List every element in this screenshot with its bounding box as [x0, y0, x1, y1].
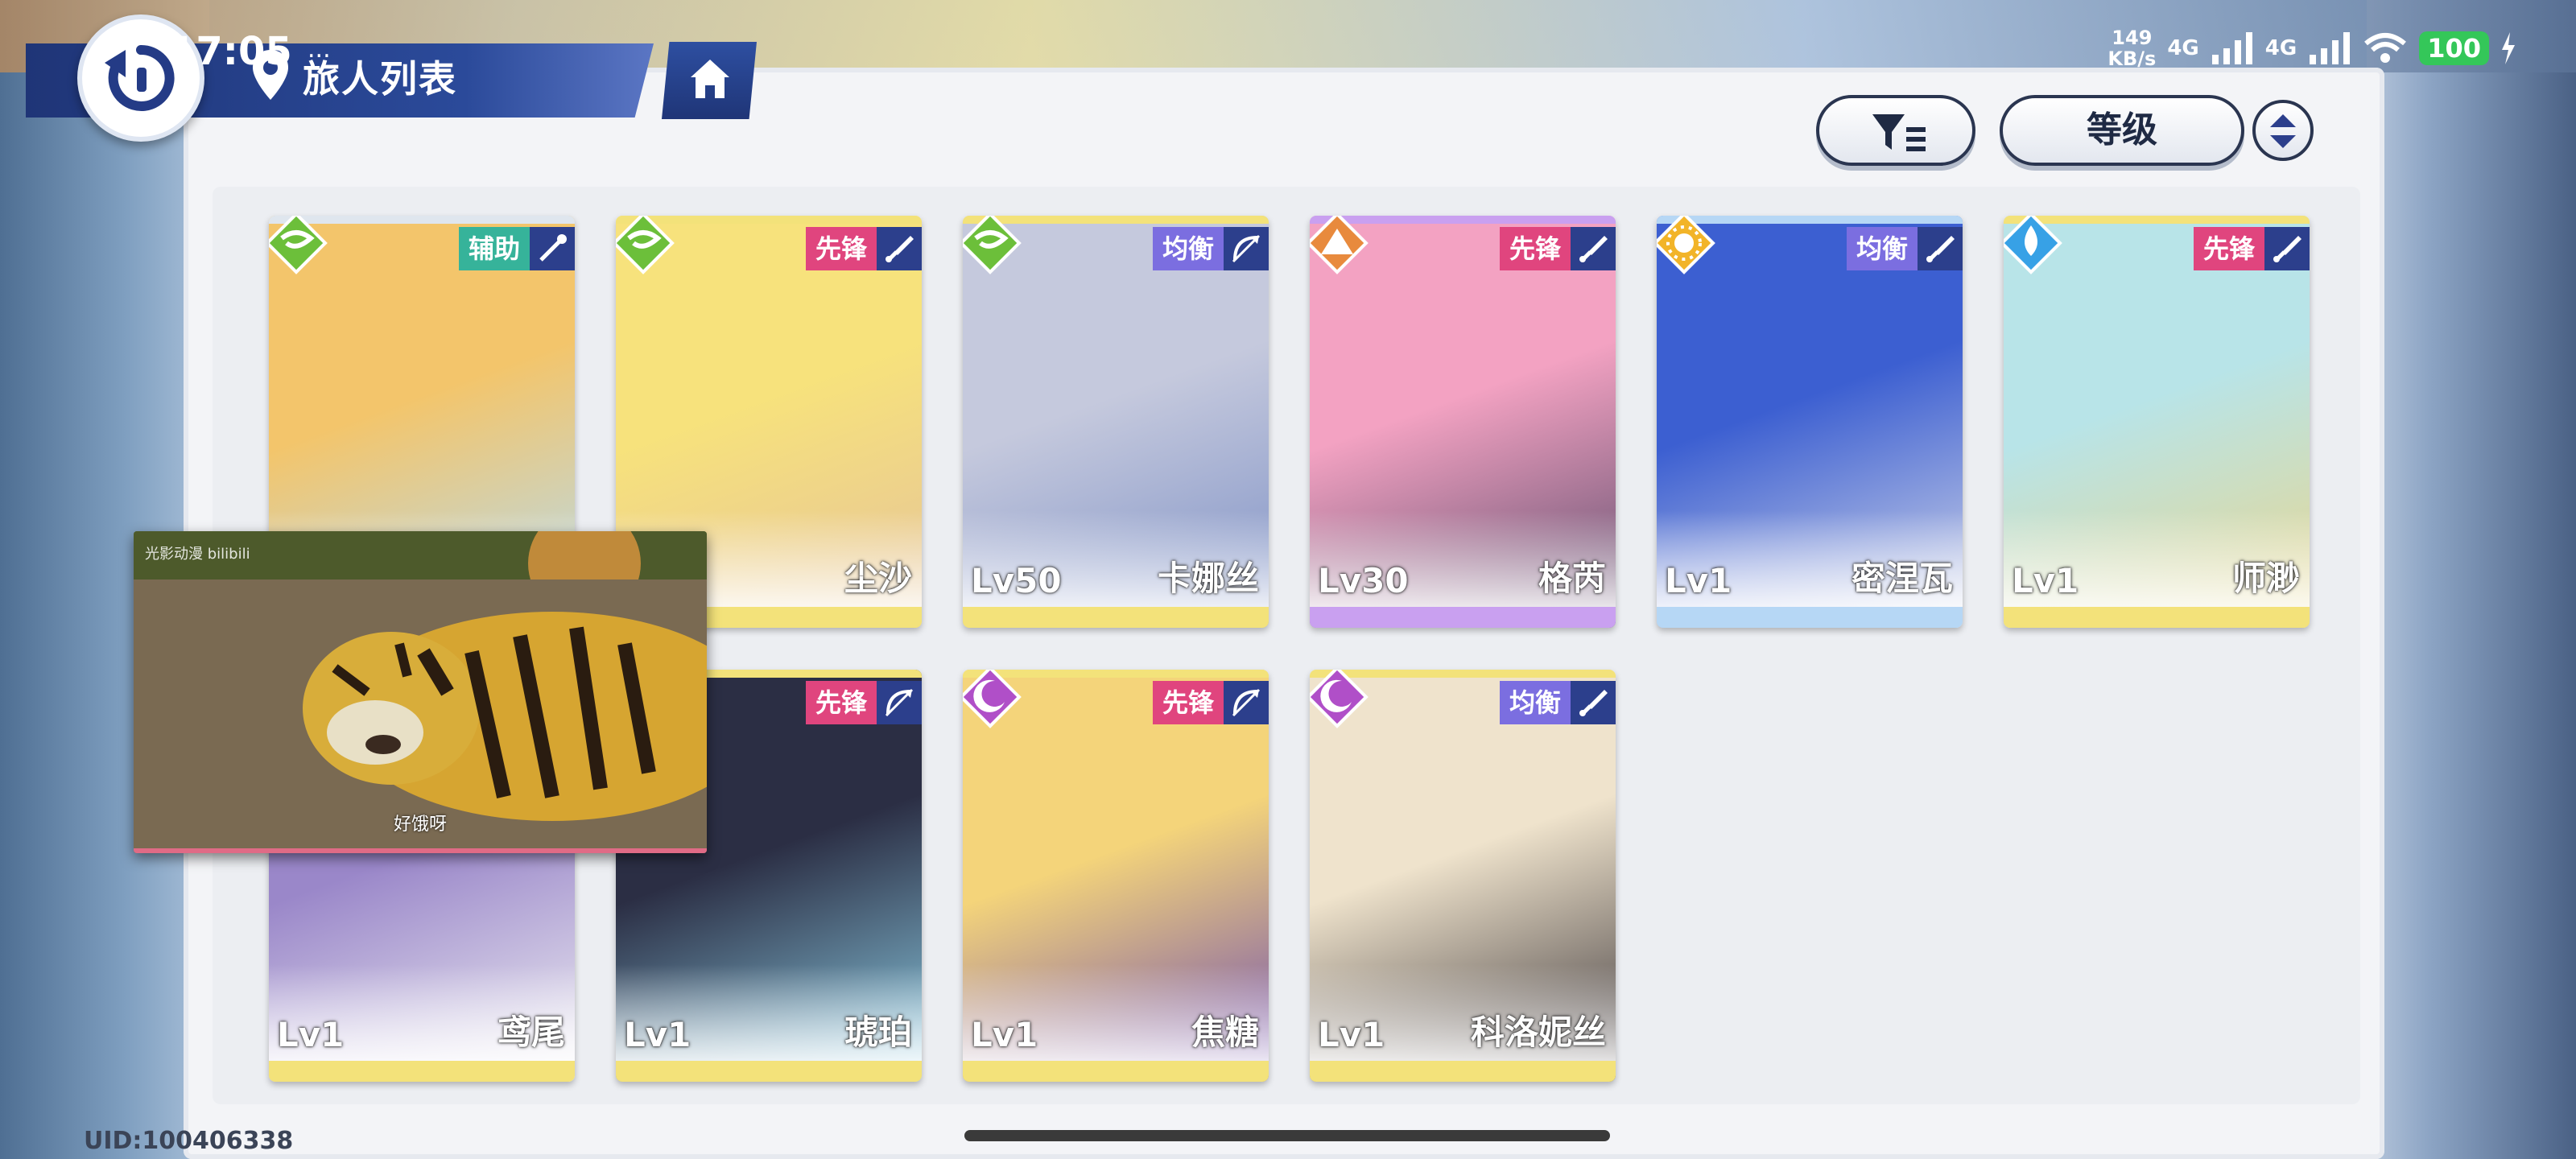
wind-icon [269, 216, 328, 274]
character-level: Lv1 [971, 1015, 1038, 1054]
role-badge: 先锋 [1499, 227, 1616, 270]
network-speed: 149 KB/s [2107, 27, 2156, 69]
speed-value: 149 [2112, 27, 2153, 49]
role-label: 先锋 [1152, 681, 1224, 724]
character-card[interactable]: 均衡 Lv1 科洛妮丝 [1310, 670, 1616, 1082]
sun-icon [1657, 216, 1715, 274]
character-level: Lv30 [1318, 561, 1409, 600]
character-card[interactable]: 先锋 Lv1 焦糖 [963, 670, 1269, 1082]
staff-icon [530, 227, 575, 270]
moon-icon [963, 670, 1022, 728]
status-dots: ... [308, 35, 331, 64]
moon-icon [1310, 670, 1368, 728]
character-card[interactable]: 均衡 Lv50 卡娜丝 [963, 216, 1269, 628]
character-level: Lv1 [1665, 561, 1732, 600]
card-rarity-stripe [1310, 607, 1616, 628]
role-label: 先锋 [2193, 227, 2264, 270]
card-rarity-stripe [269, 1061, 575, 1082]
filter-icon [1872, 114, 1926, 151]
sort-order-button[interactable] [2252, 100, 2314, 161]
mountain-icon [1310, 216, 1368, 274]
speed-unit: KB/s [2107, 47, 2157, 70]
card-rarity-stripe [616, 1061, 922, 1082]
network-type-1: 4G [2167, 36, 2199, 60]
character-level: Lv1 [1318, 1015, 1385, 1054]
bow-icon [1224, 681, 1269, 724]
role-label: 先锋 [805, 227, 877, 270]
role-badge: 均衡 [1846, 227, 1963, 270]
role-label: 均衡 [1499, 681, 1571, 724]
sword-icon [2264, 227, 2310, 270]
character-name: 焦糖 [1191, 1013, 1259, 1052]
character-name: 琥珀 [844, 1013, 912, 1052]
character-level: Lv1 [624, 1015, 691, 1054]
card-rarity-stripe [1657, 607, 1963, 628]
sword-icon [1571, 227, 1616, 270]
background-right [2367, 0, 2576, 1159]
role-label: 先锋 [1499, 227, 1571, 270]
home-button[interactable] [662, 42, 757, 119]
card-rarity-stripe [963, 1061, 1269, 1082]
bow-icon [1224, 227, 1269, 270]
wind-icon [963, 216, 1022, 274]
signal-icon [2310, 32, 2351, 64]
network-type-2: 4G [2264, 36, 2297, 60]
sword-icon [1571, 681, 1616, 724]
role-label: 先锋 [805, 681, 877, 724]
video-watermark: 光影动漫 bilibili [145, 546, 250, 563]
role-badge: 先锋 [805, 681, 922, 724]
character-name: 密涅瓦 [1851, 559, 1953, 598]
video-subtitle: 好饿呀 [393, 815, 447, 835]
character-level: Lv1 [2012, 561, 2079, 600]
character-name: 尘沙 [844, 559, 912, 598]
signal-icon [2211, 32, 2252, 64]
wind-icon [616, 216, 675, 274]
sword-icon [877, 227, 922, 270]
user-id: UID:100406338 [84, 1127, 294, 1155]
charging-icon [2502, 32, 2515, 64]
character-card[interactable]: 先锋 Lv30 格芮 [1310, 216, 1616, 628]
sort-order-icon [2270, 114, 2296, 148]
role-badge: 均衡 [1152, 227, 1269, 270]
character-card[interactable]: 均衡 Lv1 密涅瓦 [1657, 216, 1963, 628]
character-level: Lv50 [971, 561, 1062, 600]
role-label: 均衡 [1846, 227, 1918, 270]
card-rarity-stripe [2004, 607, 2310, 628]
bow-icon [877, 681, 922, 724]
video-progress-edge [134, 848, 707, 853]
role-badge: 先锋 [1152, 681, 1269, 724]
character-name: 科洛妮丝 [1470, 1013, 1606, 1052]
battery-level: 100 [2419, 31, 2489, 65]
role-badge: 先锋 [805, 227, 922, 270]
filter-button[interactable] [1816, 95, 1975, 166]
character-name: 师渺 [2231, 559, 2300, 598]
wifi-icon [2364, 33, 2407, 63]
status-bar: 149 KB/s 4G 4G 100 [2107, 24, 2516, 72]
character-name: 格芮 [1538, 559, 1606, 598]
role-badge: 先锋 [2193, 227, 2310, 270]
character-level: Lv1 [277, 1015, 345, 1054]
video-frame [134, 531, 707, 853]
role-badge: 均衡 [1499, 681, 1616, 724]
sword-icon [1918, 227, 1963, 270]
status-time: 17:05 [169, 29, 292, 74]
card-rarity-stripe [1310, 1061, 1616, 1082]
role-label: 辅助 [458, 227, 530, 270]
home-indicator[interactable] [964, 1130, 1610, 1141]
character-card[interactable]: 先锋 Lv1 师渺 [2004, 216, 2310, 628]
floating-video-window[interactable]: 光影动漫 bilibili 好饿呀 [134, 531, 707, 853]
character-name: 卡娜丝 [1157, 559, 1259, 598]
home-icon [691, 60, 729, 98]
water-icon [2004, 216, 2062, 274]
sort-by-button[interactable]: 等级 [2000, 95, 2244, 166]
card-rarity-stripe [963, 607, 1269, 628]
character-name: 鸢尾 [497, 1013, 565, 1052]
role-label: 均衡 [1152, 227, 1224, 270]
role-badge: 辅助 [458, 227, 575, 270]
